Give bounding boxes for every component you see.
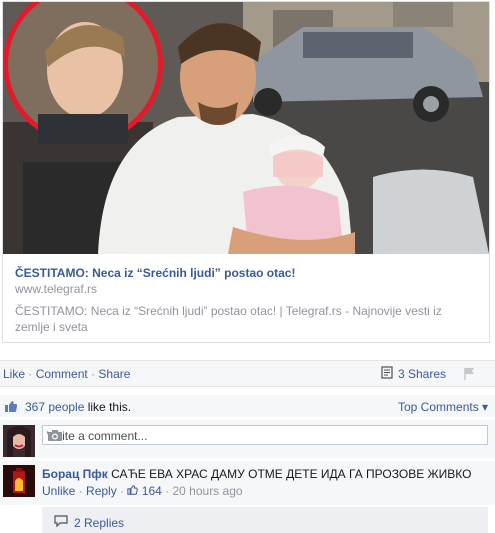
replies-row: 2 Replies: [42, 507, 488, 533]
separator: ·: [28, 367, 33, 381]
camera-icon[interactable]: [47, 429, 63, 445]
separator: ·: [78, 484, 83, 498]
comment-like-count: 164: [141, 484, 162, 498]
top-comments-dropdown[interactable]: Top Comments ▾: [398, 400, 488, 414]
unlike-button[interactable]: Unlike: [42, 484, 75, 498]
shares-count[interactable]: 3 Shares: [398, 367, 446, 381]
link-domain: www.telegraf.rs: [15, 282, 98, 296]
share-icon: [381, 366, 394, 382]
comment-button[interactable]: Comment: [36, 367, 88, 381]
thumbs-up-icon: [4, 400, 18, 416]
likes-text: 367 people like this.: [25, 400, 131, 414]
comment-text: САЋЕ ЕВА ХРАС ДАМУ ОТМЕ ДЕТЕ ИДА ГА ПРОЗ…: [111, 467, 472, 481]
share-button[interactable]: Share: [98, 367, 130, 381]
comment-meta: Unlike · Reply · 164 · 20 hours ago: [42, 484, 243, 498]
preview-photo-image: [3, 2, 489, 254]
comment-time[interactable]: 20 hours ago: [172, 484, 242, 498]
chevron-down-icon: ▾: [482, 400, 489, 414]
shares-link[interactable]: 3 Shares: [381, 366, 446, 382]
comment-body: Борац Пфк САЋЕ ЕВА ХРАС ДАМУ ОТМЕ ДЕТЕ И…: [42, 467, 471, 481]
link-preview-card[interactable]: ČESTITAMO: Neca iz “Srećnih ljudi” posta…: [2, 1, 490, 343]
separator: ·: [120, 484, 125, 498]
reply-button[interactable]: Reply: [86, 484, 117, 498]
reply-bubble-icon: [54, 515, 68, 530]
comment-author[interactable]: Борац Пфк: [42, 467, 108, 481]
likes-suffix: like this.: [84, 400, 132, 414]
separator: ·: [165, 484, 170, 498]
view-replies-link[interactable]: 2 Replies: [54, 515, 124, 530]
post-actions-bar: Like · Comment · Share 3 Shares: [0, 360, 495, 387]
separator: ·: [91, 367, 96, 381]
likes-summary: 367 people like this. Top Comments ▾: [0, 395, 495, 417]
comment: Борац Пфк САЋЕ ЕВА ХРАС ДАМУ ОТМЕ ДЕТЕ И…: [0, 461, 495, 505]
write-comment-row: Write a comment...: [0, 420, 495, 458]
top-comments-label: Top Comments: [398, 400, 479, 414]
comment-input[interactable]: Write a comment...: [42, 425, 488, 445]
flag-icon[interactable]: [463, 367, 476, 383]
avatar[interactable]: [3, 425, 35, 457]
link-title[interactable]: ČESTITAMO: Neca iz “Srećnih ljudi” posta…: [15, 266, 295, 280]
like-button[interactable]: Like: [3, 367, 25, 381]
likes-count-link[interactable]: 367 people: [25, 400, 84, 414]
comment-likes[interactable]: 164: [127, 484, 165, 498]
replies-count: 2 Replies: [74, 515, 125, 530]
thumbs-up-icon: [127, 484, 141, 498]
avatar[interactable]: [3, 465, 35, 497]
link-description: ČESTITAMO: Neca iz “Srećnih ljudi” posta…: [15, 304, 442, 334]
post-actions: Like · Comment · Share: [3, 367, 130, 381]
preview-photo[interactable]: [3, 2, 489, 254]
